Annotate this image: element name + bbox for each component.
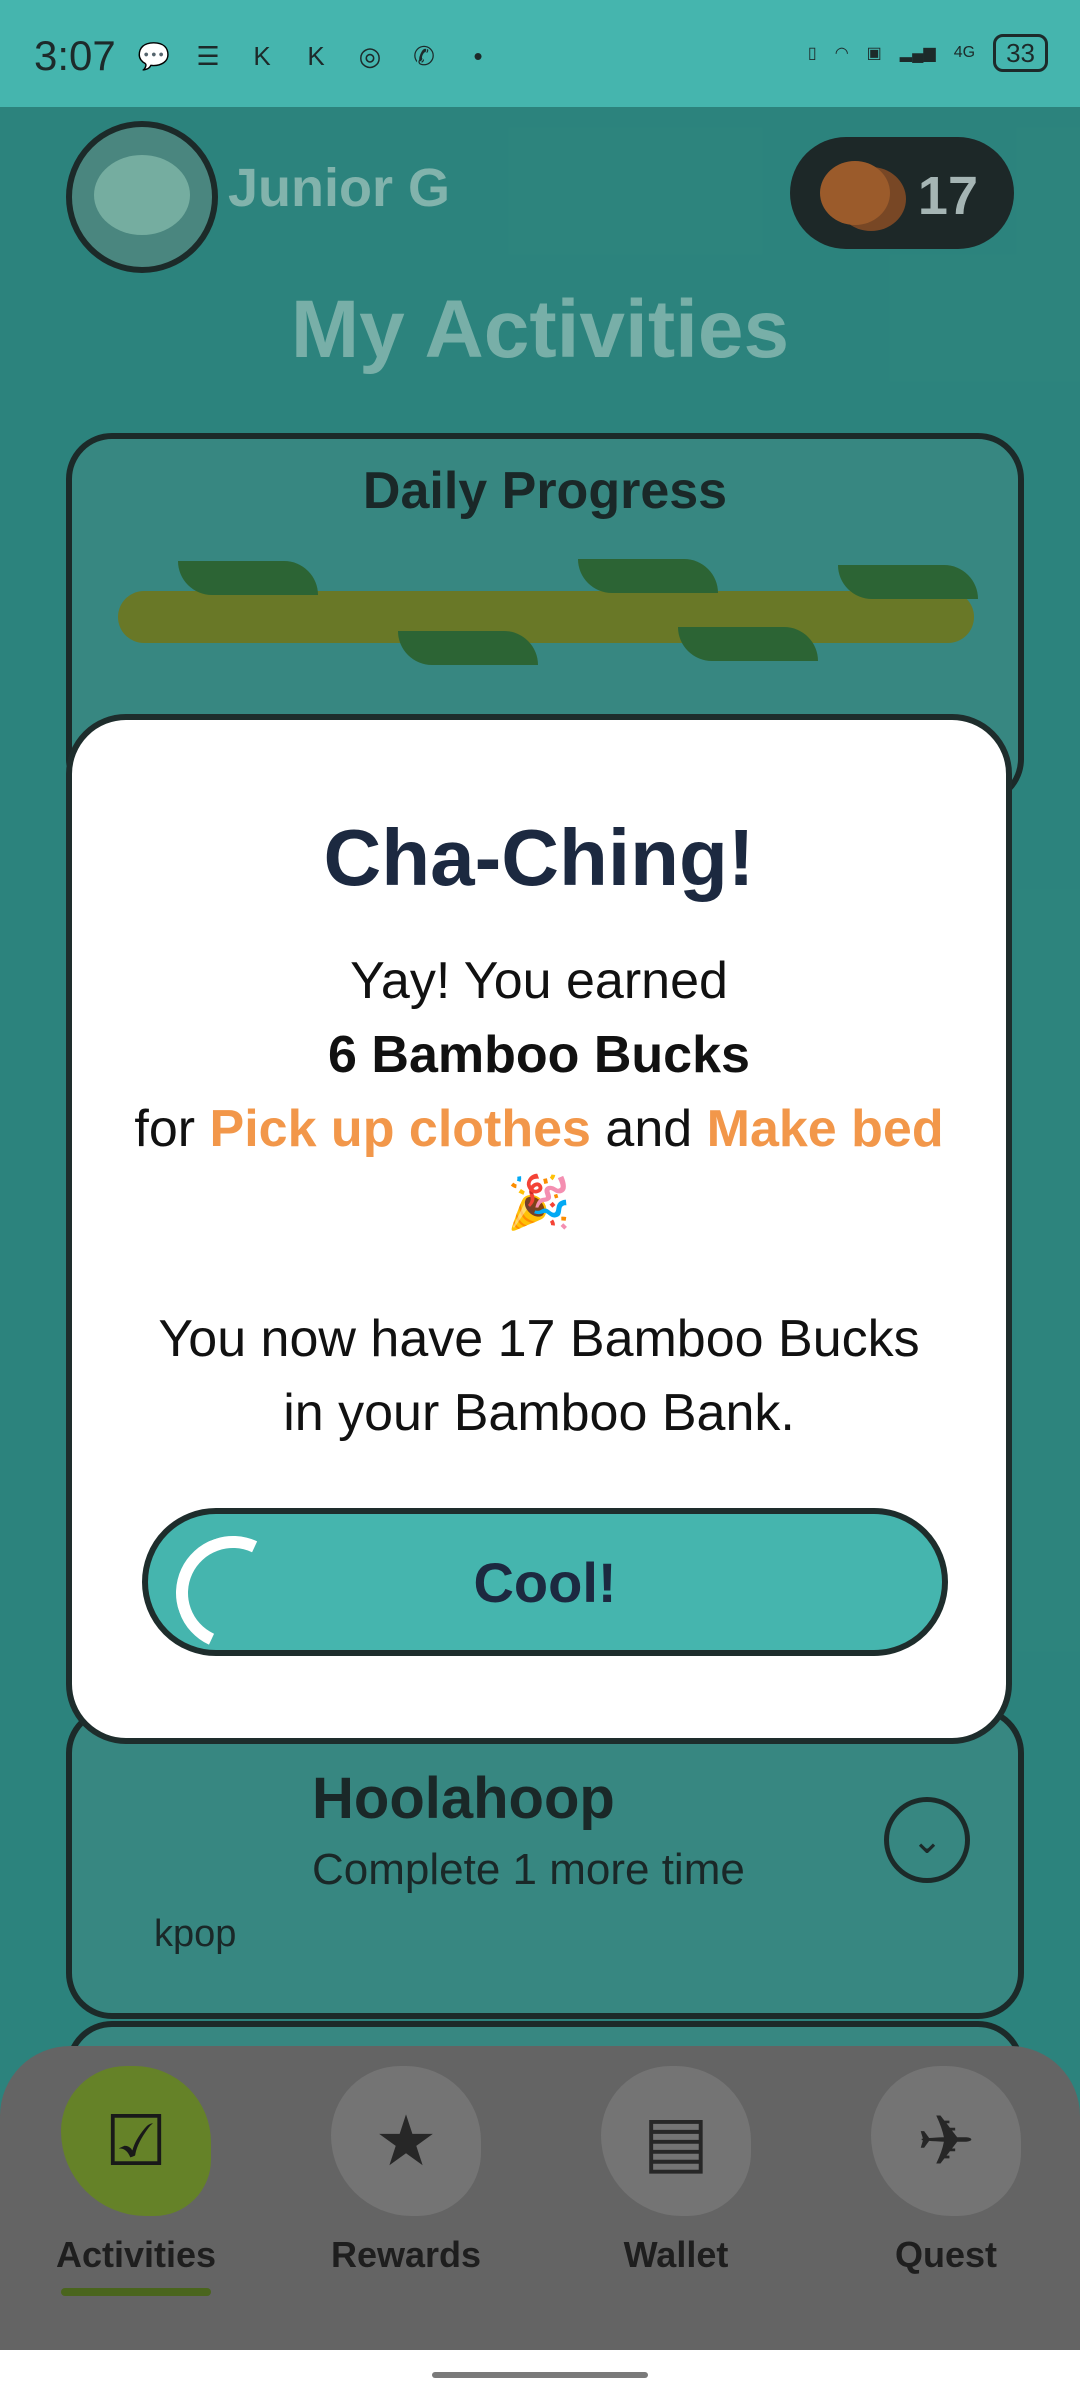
daily-progress-title: Daily Progress (362, 462, 728, 520)
loading-spinner-icon (159, 1519, 307, 1667)
status-notification-icons: 💬 ☰ K K ◎ ✆ • (134, 36, 498, 76)
page-title: My Activities (290, 284, 790, 375)
wallet-icon: ▤ (601, 2066, 751, 2216)
activity-subtitle: Complete 1 more time (312, 1845, 745, 1894)
signal-icon: ▂▄▆ (899, 45, 936, 62)
messages-icon: 💬 (137, 40, 171, 71)
coin-balance-badge[interactable]: 17 (790, 137, 1014, 249)
task-make-bed: Make bed (706, 1100, 944, 1158)
nav-activities-label: Activities (55, 2234, 217, 2275)
balance-message: You now have 17 Bamboo Bucks in your Bam… (158, 1310, 920, 1442)
cool-button[interactable]: Cool! (142, 1508, 948, 1667)
and-text: and (605, 1100, 693, 1158)
activity-tag: kpop (154, 1913, 237, 1955)
nav-quest-label: Quest (894, 2234, 998, 2275)
checkbox-icon: ☑ (61, 2066, 211, 2216)
phone-icon: ✆ (413, 40, 435, 71)
reward-amount: 6 Bamboo Bucks (328, 1026, 750, 1084)
chevron-down-icon[interactable]: ⌄ (884, 1797, 970, 1883)
app-k-icon: K (307, 40, 325, 71)
coins-icon (820, 161, 890, 225)
coin-count: 17 (917, 166, 978, 226)
wifi-icon: ◠ (834, 45, 849, 62)
nav-rewards-label: Rewards (330, 2234, 482, 2275)
party-popper-icon: 🎉 (506, 1174, 572, 1232)
activity-card-hoolahoop[interactable]: Hoolahoop Complete 1 more time kpop ⌄ (66, 1707, 1024, 2019)
battery-icon: 33 (993, 34, 1048, 72)
panda-face-icon (94, 155, 190, 235)
reward-intro: Yay! You earned (350, 952, 728, 1010)
avatar[interactable] (66, 121, 218, 273)
nav-quest[interactable]: ✈ Quest (836, 2066, 1056, 2306)
reward-dialog: Cha-Ching! Yay! You earned 6 Bamboo Buck… (66, 714, 1012, 1744)
cool-button-label: Cool! (473, 1550, 617, 1614)
instagram-icon: ◎ (358, 40, 382, 71)
vibrate-icon: ▯ (807, 45, 817, 62)
for-text: for (134, 1100, 196, 1158)
volte-icon: ▣ (866, 45, 882, 62)
username: Junior G (228, 158, 451, 218)
task-pick-up-clothes: Pick up clothes (209, 1100, 591, 1158)
nav-activities[interactable]: ☑ Activities (26, 2066, 246, 2306)
status-bar: 3:07 💬 ☰ K K ◎ ✆ • ▯ ◠ ▣ ▂▄▆ 4G 33 (0, 0, 1080, 107)
active-tab-indicator (61, 2288, 211, 2296)
status-system-icons: ▯ ◠ ▣ ▂▄▆ 4G 33 (808, 34, 1048, 72)
dialog-title: Cha-Ching! (323, 813, 755, 902)
star-icon: ★ (331, 2066, 481, 2216)
status-time: 3:07 (34, 32, 116, 79)
dot-icon: • (473, 40, 483, 71)
system-home-bar (0, 2350, 1080, 2400)
home-gesture-pill[interactable] (432, 2372, 648, 2378)
nav-wallet[interactable]: ▤ Wallet (566, 2066, 786, 2306)
activity-name: Hoolahoop (312, 1766, 615, 1831)
nav-wallet-label: Wallet (623, 2234, 729, 2275)
rocket-icon: ✈ (871, 2066, 1021, 2216)
reward-message: Yay! You earned 6 Bamboo Bucks for Pick … (132, 944, 946, 1240)
app-k-icon: K (253, 40, 271, 71)
reward-tasks: for Pick up clothes and Make bed 🎉 (132, 1092, 946, 1240)
bamboo-progress-icon (118, 559, 978, 665)
network-type: 4G (953, 44, 976, 61)
bottom-navigation: ☑ Activities ★ Rewards ▤ Wallet ✈ Quest (0, 2046, 1080, 2350)
news-icon: ☰ (196, 40, 220, 71)
nav-rewards[interactable]: ★ Rewards (296, 2066, 516, 2306)
